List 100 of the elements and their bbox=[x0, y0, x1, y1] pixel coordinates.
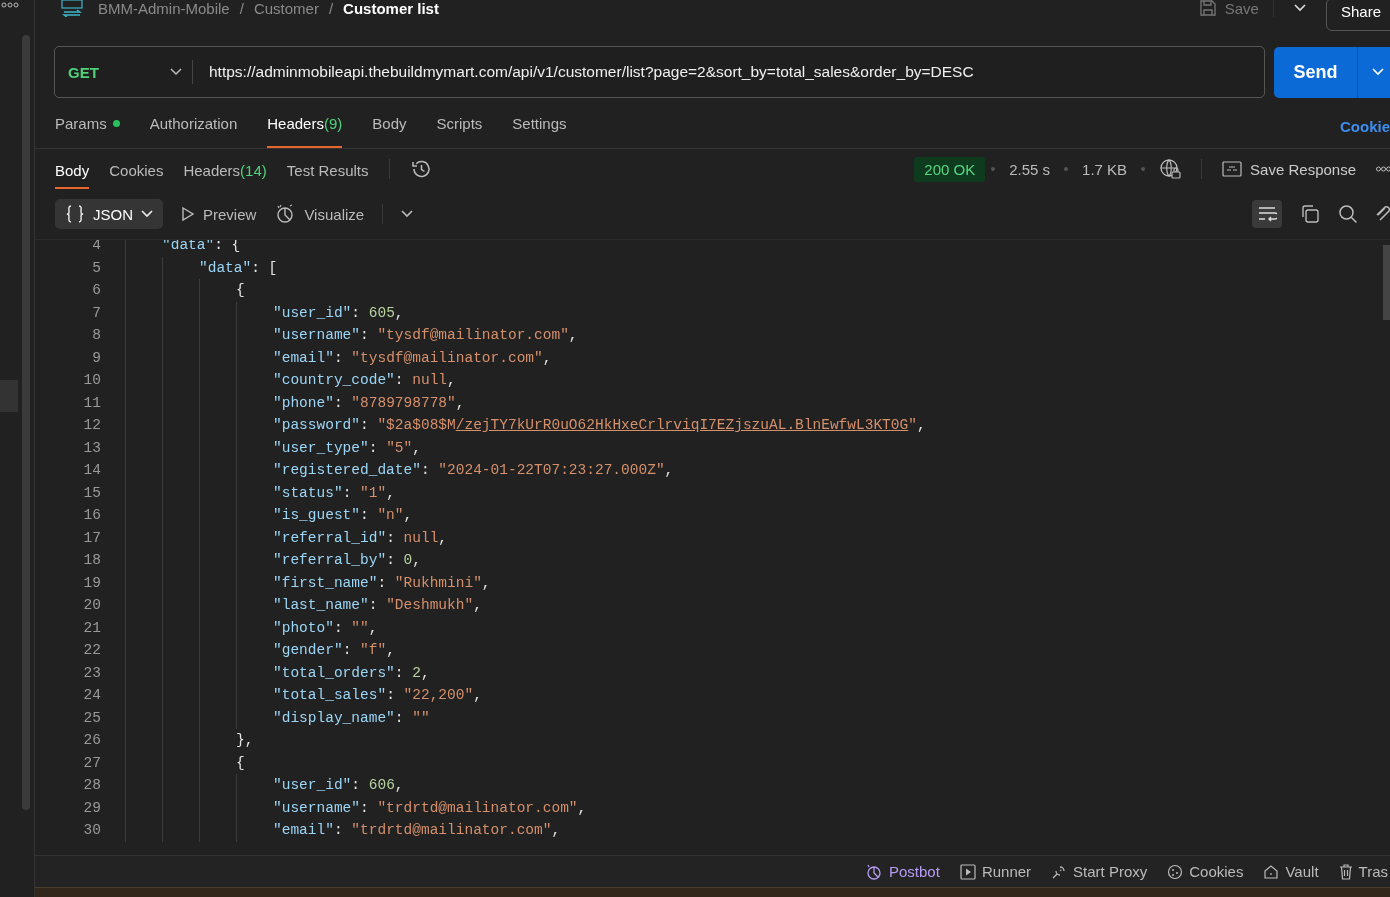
status-bar-button[interactable]: Postbot bbox=[865, 862, 940, 881]
scrollbar[interactable] bbox=[22, 35, 30, 810]
history-icon[interactable] bbox=[409, 159, 432, 179]
search-icon[interactable] bbox=[1338, 204, 1358, 224]
line-number: 7 bbox=[91, 304, 101, 321]
line-number: 17 bbox=[82, 529, 101, 546]
request-tab[interactable]: Body bbox=[372, 98, 407, 148]
braces-icon bbox=[65, 205, 85, 223]
trash-icon bbox=[1338, 863, 1353, 880]
cookies-link[interactable]: Cookie bbox=[1340, 111, 1390, 135]
request-tab[interactable]: Headers(9) bbox=[267, 98, 343, 148]
format-dropdown[interactable]: JSON bbox=[55, 199, 163, 229]
line-number: 9 bbox=[91, 349, 101, 366]
breadcrumb-separator: / bbox=[328, 0, 334, 17]
status-badge: 200 OK bbox=[914, 156, 986, 182]
breadcrumb-separator: / bbox=[239, 0, 244, 17]
line-number: 19 bbox=[82, 574, 101, 591]
http-icon bbox=[60, 0, 84, 17]
code-line: "email": "trdrtd@mailinator.com", bbox=[273, 822, 561, 839]
request-tab[interactable]: Params bbox=[55, 98, 120, 148]
response-time[interactable]: 2.55 s bbox=[1009, 160, 1051, 178]
line-number: 18 bbox=[82, 552, 101, 569]
line-number: 14 bbox=[82, 462, 101, 479]
line-number: 13 bbox=[82, 439, 101, 456]
code-line: "user_id": 606, bbox=[273, 777, 404, 794]
response-tab[interactable]: Test Results bbox=[286, 149, 369, 189]
code-line: "user_type": "5", bbox=[273, 439, 421, 456]
url-field[interactable]: https://adminmobileapi.thebuildmymart.com/api/v1/customer/list?page=2&sort_by=total_sales&order_by=DESC bbox=[193, 63, 974, 81]
code-line: "first_name": "Rukhmini", bbox=[273, 574, 491, 591]
code-line: "last_name": "Deshmukh", bbox=[273, 597, 482, 614]
more-icon[interactable] bbox=[1376, 166, 1390, 172]
wrap-icon bbox=[1257, 205, 1277, 223]
code-line: "is_guest": "n", bbox=[273, 507, 413, 524]
response-tab[interactable]: Cookies bbox=[109, 149, 164, 189]
save-response-button[interactable]: Save Response bbox=[1222, 160, 1356, 178]
line-number: 20 bbox=[82, 597, 101, 614]
code-line: }, bbox=[236, 732, 254, 749]
code-line: "registered_date": "2024-01-22T07:23:27.000Z", bbox=[273, 462, 674, 479]
request-tab[interactable]: Scripts bbox=[436, 98, 483, 148]
status-bar-button[interactable]: Cookies bbox=[1167, 863, 1244, 880]
line-number: 23 bbox=[82, 664, 101, 681]
line-number: 24 bbox=[82, 687, 101, 704]
breadcrumb-item[interactable]: BMM-Admin-Mobile bbox=[98, 0, 230, 17]
line-number: 25 bbox=[82, 709, 101, 726]
status-bar-button[interactable]: Tras bbox=[1338, 863, 1388, 880]
line-number: 26 bbox=[82, 732, 101, 749]
more-icon[interactable] bbox=[1, 2, 19, 8]
example-icon bbox=[1222, 161, 1243, 177]
status-bar-button[interactable]: Runner bbox=[959, 863, 1032, 880]
line-number: 6 bbox=[91, 282, 101, 299]
code-line: "total_orders": 2, bbox=[273, 664, 430, 681]
line-number: 28 bbox=[82, 777, 101, 794]
satellite-icon bbox=[1051, 863, 1068, 880]
chevron-down-icon bbox=[1372, 68, 1384, 76]
visualize-button[interactable]: Visualize bbox=[274, 203, 365, 225]
code-line: "referral_id": null, bbox=[273, 529, 448, 546]
response-tab[interactable]: Body bbox=[55, 149, 90, 189]
code-line: "status": "1", bbox=[273, 484, 395, 501]
request-tab[interactable]: Settings bbox=[512, 98, 567, 148]
method-dropdown[interactable]: GET bbox=[55, 60, 193, 84]
cookie-icon bbox=[1167, 863, 1184, 880]
code-line: "email": "tysdf@mailinator.com", bbox=[273, 349, 552, 366]
line-number: 16 bbox=[82, 507, 101, 524]
line-number: 4 bbox=[91, 240, 101, 254]
line-number: 15 bbox=[82, 484, 101, 501]
house-icon bbox=[1263, 863, 1280, 880]
code-line: { bbox=[236, 754, 245, 771]
line-number: 29 bbox=[82, 799, 101, 816]
code-line: "user_id": 605, bbox=[273, 304, 404, 321]
play-icon bbox=[181, 206, 195, 222]
request-tab[interactable]: Authorization bbox=[149, 98, 238, 148]
wrap-lines-button[interactable] bbox=[1252, 200, 1282, 228]
scrollbar[interactable] bbox=[1383, 245, 1390, 320]
chevron-down-icon[interactable] bbox=[1293, 4, 1306, 12]
preview-button[interactable]: Preview bbox=[181, 205, 257, 223]
line-number: 8 bbox=[91, 327, 101, 344]
line-number: 12 bbox=[82, 417, 101, 434]
code-line: "phone": "8789798778", bbox=[273, 394, 465, 411]
code-line: "photo": "", bbox=[273, 619, 378, 636]
line-number: 10 bbox=[82, 372, 101, 389]
code-line: "data": [ bbox=[199, 259, 278, 276]
code-line: "country_code": null, bbox=[273, 372, 456, 389]
chevron-down-icon[interactable] bbox=[401, 210, 414, 218]
code-line: "gender": "f", bbox=[273, 642, 395, 659]
line-number: 21 bbox=[82, 619, 101, 636]
status-bar-button[interactable]: Vault bbox=[1263, 863, 1319, 880]
copy-icon[interactable] bbox=[1300, 204, 1320, 224]
code-line: "display_name": "" bbox=[273, 709, 430, 726]
globe-lock-icon[interactable] bbox=[1159, 158, 1182, 180]
breadcrumb-item: Customer list bbox=[343, 0, 439, 17]
code-line: "username": "tysdf@mailinator.com", bbox=[273, 327, 578, 344]
code-line: "total_sales": "22,200", bbox=[273, 687, 482, 704]
line-number: 30 bbox=[82, 822, 101, 839]
code-line: "password": "$2a$08$M/zejTY7kUrR0uO62HkHxeCrlrviqI7EZjszuAL.BlnEwfwL3KT0G", bbox=[273, 417, 926, 434]
breadcrumb-item[interactable]: Customer bbox=[253, 0, 319, 17]
response-size[interactable]: 1.7 KB bbox=[1082, 160, 1128, 178]
response-tab[interactable]: Headers(14) bbox=[183, 149, 267, 189]
chevron-down-icon bbox=[141, 210, 153, 218]
chevron-down-icon bbox=[170, 68, 182, 76]
status-bar-button[interactable]: Start Proxy bbox=[1051, 863, 1148, 880]
